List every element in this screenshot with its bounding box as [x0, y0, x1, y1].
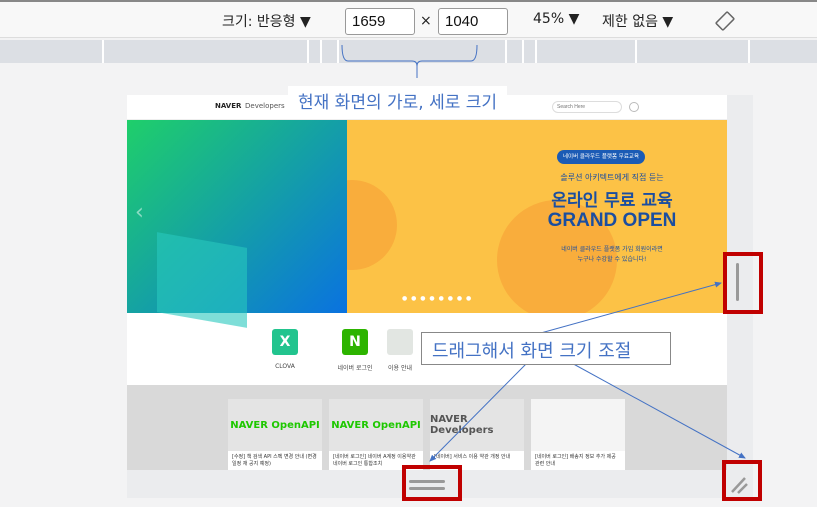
- banner-sub: 솔루션 아키텍트에게 직접 듣는: [560, 173, 664, 182]
- naver-login-icon: N: [342, 329, 368, 355]
- app-label: 네이버 로그인: [337, 365, 373, 372]
- carousel-dots[interactable]: ● ● ● ● ● ● ● ●: [402, 295, 472, 302]
- news-card[interactable]: NAVER OpenAPI [네이버 로그인] 네이버 A계정 이용약관 네이버 …: [329, 399, 423, 470]
- guide-icon: [387, 329, 413, 355]
- app-label: CLOVA: [275, 363, 295, 370]
- app-label: 이용 안내: [388, 365, 412, 372]
- app-clova[interactable]: X CLOVA: [255, 329, 315, 370]
- banner-pill: 네이버 클라우드 플랫폼 무료교육: [557, 150, 645, 164]
- user-icon[interactable]: [629, 102, 639, 112]
- site-search-input[interactable]: [552, 101, 622, 113]
- banner-main[interactable]: 네이버 클라우드 플랫폼 무료교육 솔루션 아키텍트에게 직접 듣는 온라인 무…: [347, 120, 727, 313]
- drag-annotation: 드래그해서 화면 크기 조절: [421, 332, 671, 365]
- banner-left: ‹: [127, 120, 347, 328]
- prev-arrow-icon[interactable]: ‹: [135, 200, 144, 225]
- highlight-right-handle: [723, 252, 763, 314]
- banner-title-2: GRAND OPEN: [547, 210, 677, 231]
- size-annotation: 현재 화면의 가로, 세로 크기: [288, 86, 508, 115]
- news-card[interactable]: NAVER OpenAPI [수정] 책 검색 API 스펙 변경 안내 (변경일…: [228, 399, 322, 470]
- highlight-corner-handle: [722, 460, 762, 501]
- device-viewport[interactable]: NAVER Developers ‹ 네이버 클라우드 플랫폼 무료교육 솔루션…: [127, 95, 727, 470]
- banner-title: 온라인 무료 교육: [551, 191, 673, 211]
- banner-desc: 네이버 클라우드 플랫폼 가입 회원이라면: [561, 246, 663, 253]
- news-card[interactable]: NAVER Developers [네이버] 서비스 이용 약관 개정 안내: [430, 399, 524, 470]
- news-section: [127, 385, 727, 470]
- news-card[interactable]: [네이버 로그인] 배송지 정보 추가 제공 관련 안내: [531, 399, 625, 470]
- clova-icon: X: [272, 329, 298, 355]
- logo[interactable]: NAVER: [215, 102, 241, 110]
- logo-suffix: Developers: [245, 102, 285, 110]
- banner-desc-2: 누구나 수강할 수 있습니다!: [577, 256, 647, 263]
- highlight-bottom-handle: [402, 465, 462, 501]
